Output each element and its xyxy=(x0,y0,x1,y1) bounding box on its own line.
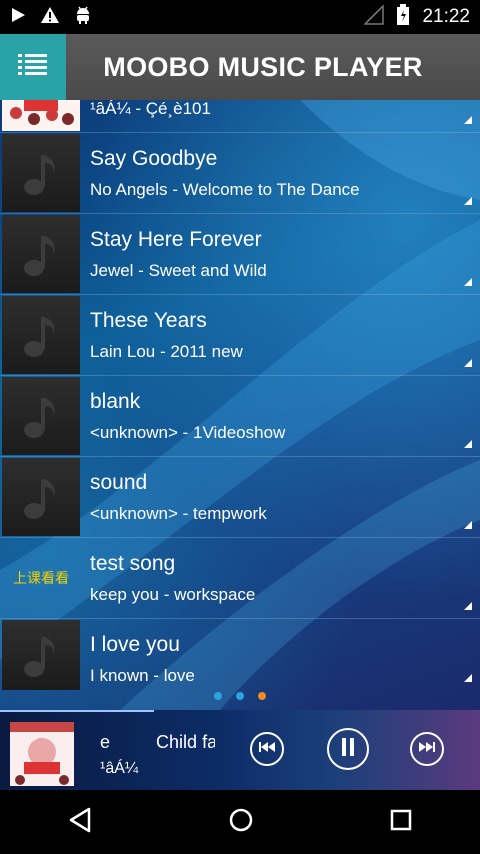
song-title: Say Goodbye xyxy=(90,147,218,170)
music-note-icon xyxy=(2,296,80,374)
playback-progress xyxy=(0,710,154,712)
thumb-caption: 上课看看 xyxy=(13,570,69,586)
previous-icon xyxy=(259,740,275,758)
song-subtitle: ¹âÁ¼ - Çé¸è101 xyxy=(90,100,211,118)
list-item[interactable]: Say Goodbye No Angels - Welcome to The D… xyxy=(0,133,480,214)
expand-corner-icon[interactable] xyxy=(464,674,472,682)
song-title: Stay Here Forever xyxy=(90,228,262,251)
song-subtitle: Jewel - Sweet and Wild xyxy=(90,261,267,280)
list-item[interactable]: sound <unknown> - tempwork xyxy=(0,457,480,538)
recents-icon[interactable] xyxy=(389,808,413,837)
pause-button[interactable] xyxy=(327,728,369,770)
back-icon[interactable] xyxy=(67,807,93,838)
song-subtitle: <unknown> - tempwork xyxy=(90,504,267,523)
now-playing-bar[interactable]: e Child fa ¹âÁ¼ xyxy=(0,710,480,790)
music-note-icon xyxy=(2,134,80,212)
list-item[interactable]: I love you I known - love xyxy=(0,619,480,700)
android-debug-icon xyxy=(74,5,92,30)
song-title: blank xyxy=(90,390,141,413)
app-header: MOOBO MUSIC PLAYER xyxy=(0,34,480,100)
expand-corner-icon[interactable] xyxy=(464,602,472,610)
song-subtitle: keep you - workspace xyxy=(90,585,256,604)
signal-icon xyxy=(363,3,385,30)
now-playing-album-art[interactable] xyxy=(10,722,74,786)
song-title: sound xyxy=(90,471,148,494)
page-dot-active xyxy=(258,692,266,700)
previous-button[interactable] xyxy=(250,732,284,766)
status-bar: 21:22 xyxy=(0,0,480,34)
song-title: test song xyxy=(90,552,176,575)
now-playing-artist: ¹âÁ¼ xyxy=(100,760,139,777)
list-item[interactable]: Stay Here Forever Jewel - Sweet and Wild xyxy=(0,214,480,295)
expand-corner-icon[interactable] xyxy=(464,440,472,448)
home-icon[interactable] xyxy=(228,807,254,838)
music-note-icon xyxy=(2,620,80,690)
warning-icon xyxy=(40,6,60,29)
album-art xyxy=(2,100,80,131)
song-list[interactable]: ¹âÁ¼ - Çé¸è101 Say Goodbye No Angels - W… xyxy=(0,100,480,710)
page-dot xyxy=(214,692,222,700)
list-item[interactable]: blank <unknown> - 1Videoshow xyxy=(0,376,480,457)
list-item[interactable]: These Years Lain Lou - 2011 new xyxy=(0,295,480,376)
next-icon xyxy=(419,740,435,758)
battery-icon xyxy=(396,3,410,31)
play-icon xyxy=(10,7,26,28)
pause-icon xyxy=(341,737,355,761)
page-indicator xyxy=(0,692,480,700)
system-nav-bar xyxy=(0,790,480,854)
menu-button[interactable] xyxy=(0,34,66,100)
next-button[interactable] xyxy=(410,732,444,766)
song-subtitle: <unknown> - 1Videoshow xyxy=(90,423,286,442)
music-note-icon xyxy=(2,377,80,455)
list-item[interactable]: ¹âÁ¼ - Çé¸è101 xyxy=(0,100,480,133)
song-title: These Years xyxy=(90,309,207,332)
page-dot xyxy=(236,692,244,700)
music-note-icon xyxy=(2,215,80,293)
page-title: MOOBO MUSIC PLAYER xyxy=(103,51,423,82)
song-subtitle: No Angels - Welcome to The Dance xyxy=(90,180,360,199)
list-item[interactable]: 上课看看 test song keep you - workspace xyxy=(0,538,480,619)
expand-corner-icon[interactable] xyxy=(464,197,472,205)
expand-corner-icon[interactable] xyxy=(464,278,472,286)
list-menu-icon xyxy=(18,53,48,82)
title-fragment: e xyxy=(100,732,111,752)
expand-corner-icon[interactable] xyxy=(464,116,472,124)
now-playing-title: e Child fa xyxy=(100,728,215,758)
title-fragment: Child fa xyxy=(156,732,215,752)
song-subtitle: Lain Lou - 2011 new xyxy=(90,342,243,361)
expand-corner-icon[interactable] xyxy=(464,521,472,529)
song-title: I love you xyxy=(90,633,180,656)
expand-corner-icon[interactable] xyxy=(464,359,472,367)
music-note-icon xyxy=(2,458,80,536)
song-subtitle: I known - love xyxy=(90,666,195,685)
clock: 21:22 xyxy=(422,6,470,27)
